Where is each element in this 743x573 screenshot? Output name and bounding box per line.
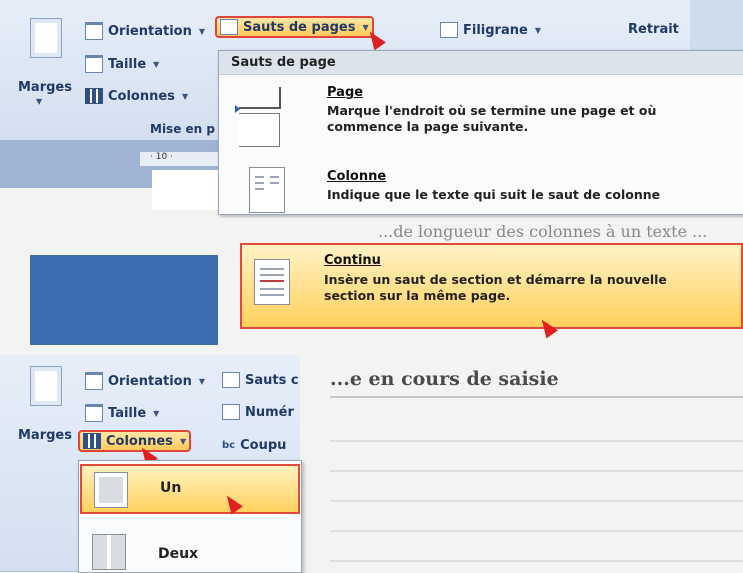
size-icon-bottom (85, 404, 103, 422)
background-rule (330, 396, 743, 398)
line-numbers-icon (222, 404, 240, 420)
margins-label[interactable]: Marges (18, 80, 72, 95)
size-button[interactable]: Taille ▼ (85, 55, 159, 73)
menu-header: Sauts de page (219, 51, 743, 75)
background-text-line: ...de longueur des colonnes à un texte .… (218, 218, 743, 244)
line-numbers-label: Numér (245, 404, 294, 420)
background-text-lines (330, 420, 743, 570)
watermark-label: Filigrane (463, 22, 528, 38)
continuous-desc-2: section sur la même page. (324, 288, 511, 303)
hyphenation-label: Coupu (240, 438, 287, 453)
size-icon (85, 55, 103, 73)
margins-caret: ▼ (36, 97, 43, 106)
hyphenation-icon: bc (222, 440, 236, 451)
column-title: Colonne (327, 169, 387, 184)
page-desc-2: commence la page suivante. (327, 119, 529, 134)
columns-label-bottom: Colonnes (106, 433, 173, 449)
two-columns-icon (92, 534, 126, 570)
page-breaks-icon-bottom (222, 372, 240, 388)
menu-item-column[interactable]: Colonne Indique que le texte qui suit le… (219, 161, 743, 213)
page-breaks-label: Sauts de pages (243, 19, 356, 35)
indent-label: Retrait (628, 22, 679, 37)
page-breaks-button[interactable]: Sauts de pages ▼ (215, 16, 374, 38)
size-label: Taille (108, 56, 147, 72)
orientation-button[interactable]: Orientation ▼ (85, 22, 205, 40)
document-thumbnail (30, 255, 218, 345)
indent-text: Retrait (628, 22, 679, 37)
ruler-strip: · 10 · (140, 152, 218, 166)
background-heading: ...e en cours de saisie (330, 368, 559, 390)
page-title: Page (327, 85, 364, 100)
columns-icon-bottom (83, 433, 101, 449)
orientation-label: Orientation (108, 23, 192, 39)
line-numbers-button[interactable]: Numér (222, 404, 294, 420)
margins-label-bottom[interactable]: Marges (18, 428, 72, 443)
page-breaks-label-bottom: Sauts c (245, 372, 299, 388)
continuous-title: Continu (324, 253, 381, 268)
two-columns-label: Deux (158, 546, 199, 562)
ribbon-right-strip (690, 0, 743, 50)
margins-icon[interactable] (30, 18, 62, 58)
menu-item-page[interactable]: Page Marque l'endroit où se termine une … (219, 79, 743, 151)
columns-button-bottom[interactable]: Colonnes ▼ (77, 430, 192, 452)
menu-item-continuous[interactable]: Continu Insère un saut de section et dém… (240, 243, 743, 329)
orientation-button-bottom[interactable]: Orientation ▼ (85, 372, 205, 390)
page-breaks-button-bottom[interactable]: Sauts c (222, 372, 299, 388)
orientation-icon-bottom (85, 372, 103, 390)
columns-option-two[interactable]: Deux (80, 524, 300, 571)
continuous-desc-1: Insère un saut de section et démarre la … (324, 272, 667, 287)
columns-label: Colonnes (108, 88, 175, 104)
page-desc-1: Marque l'endroit où se termine une page … (327, 103, 657, 118)
orientation-icon (85, 22, 103, 40)
orientation-label-bottom: Orientation (108, 373, 192, 389)
columns-option-one[interactable]: Un (80, 464, 300, 514)
document-page (152, 170, 218, 210)
page-breaks-menu: Sauts de page Page Marque l'endroit où s… (218, 50, 743, 215)
column-break-icon (249, 167, 285, 213)
column-desc-1: Indique que le texte qui suit le saut de… (327, 187, 661, 202)
hyphenation-button[interactable]: bc Coupu (222, 438, 286, 453)
columns-icon (85, 88, 103, 104)
size-label-bottom: Taille (108, 405, 147, 421)
size-button-bottom[interactable]: Taille ▼ (85, 404, 159, 422)
page-breaks-icon (220, 19, 238, 35)
one-column-icon (94, 472, 128, 508)
watermark-button[interactable]: Filigrane ▼ (440, 22, 541, 38)
watermark-icon (440, 22, 458, 38)
margins-icon-bottom[interactable] (30, 366, 62, 406)
one-column-label: Un (160, 480, 182, 496)
page-break-icon (235, 87, 299, 147)
columns-button[interactable]: Colonnes ▼ (85, 88, 188, 104)
continuous-break-icon (254, 259, 290, 305)
page-setup-group-label: Mise en p (150, 122, 215, 136)
